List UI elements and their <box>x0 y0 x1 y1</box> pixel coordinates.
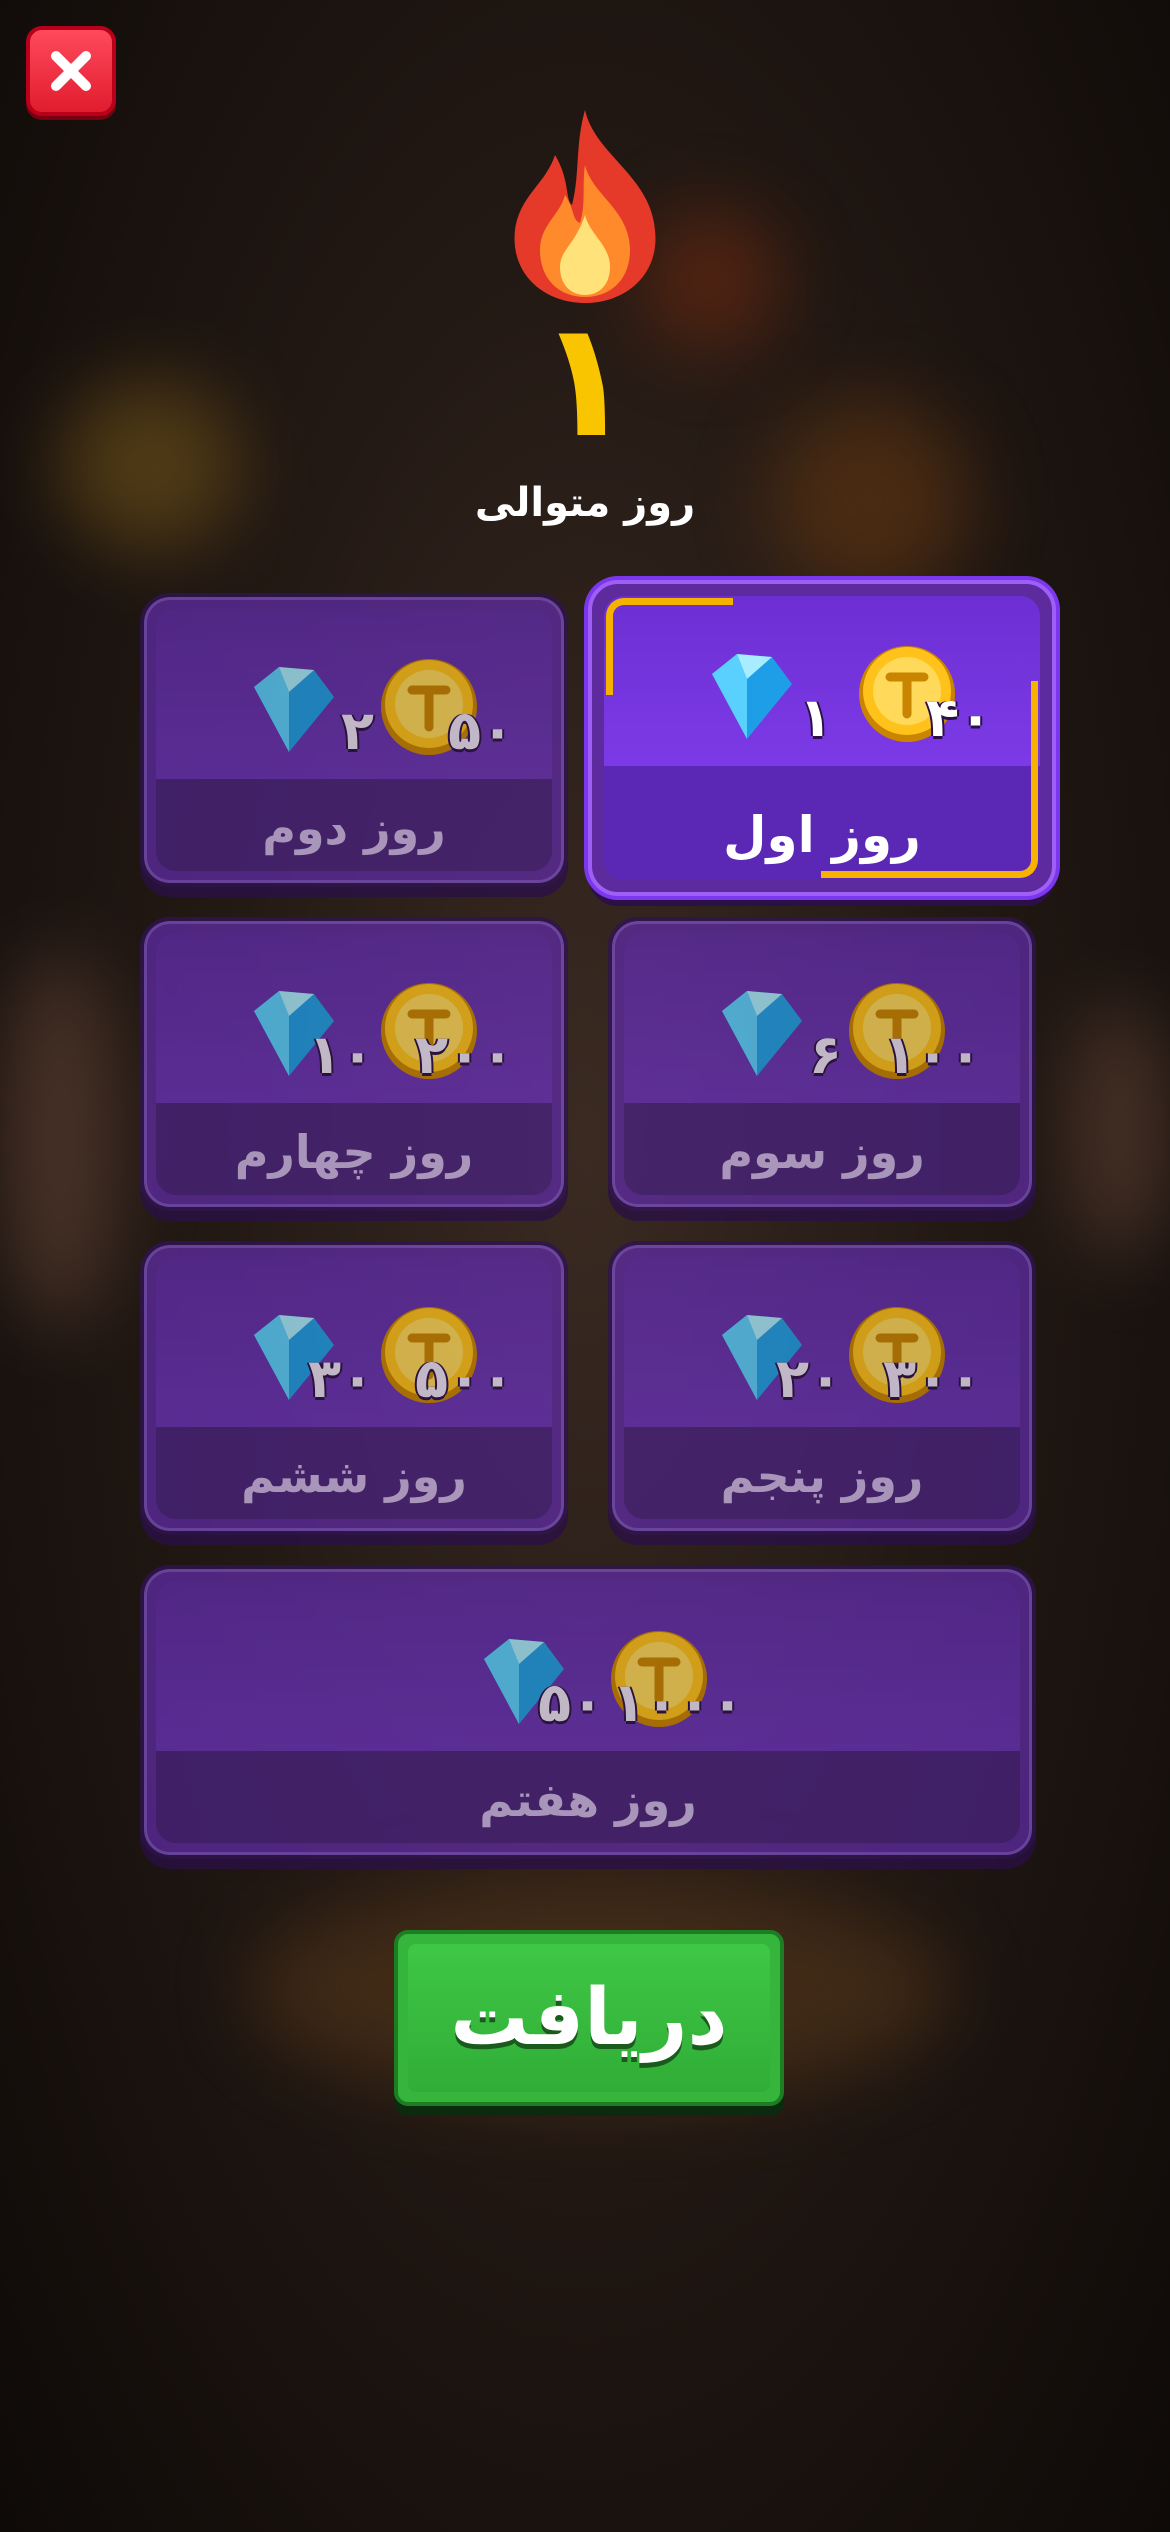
background-blur <box>0 950 120 1330</box>
coin-amount: ۲۰۰ <box>415 1023 514 1086</box>
background-blur <box>1070 1000 1170 1260</box>
gem-amount: ۶ <box>809 1023 842 1086</box>
day-card-2[interactable]: ۲ ۵۰ روز دوم <box>140 593 568 887</box>
gem-reward: ۵۰ <box>464 1624 604 1734</box>
coin-reward: ۱۰۰۰ <box>604 1624 744 1734</box>
coin-reward: ۵۰ <box>374 652 514 762</box>
coin-amount: ۵۰۰ <box>415 1347 514 1410</box>
day-label: روز ششم <box>241 1449 467 1503</box>
coin-reward: ۳۰۰ <box>842 1300 982 1410</box>
gem-amount: ۳۰ <box>308 1347 374 1410</box>
gem-amount: ۵۰ <box>538 1671 604 1734</box>
gem-reward: ۶ <box>702 976 842 1086</box>
day-card-1[interactable]: ۱ ۴۰ روز اول <box>588 580 1056 896</box>
day-card-7[interactable]: ۵۰ ۱۰۰۰ روز هفتم <box>140 1565 1036 1859</box>
gem-reward: ۲۰ <box>702 1300 842 1410</box>
day-label: روز هفتم <box>479 1773 697 1827</box>
day-label: روز چهارم <box>234 1125 474 1179</box>
coin-reward: ۲۰۰ <box>374 976 514 1086</box>
coin-amount: ۵۰ <box>448 699 514 762</box>
coin-amount: ۱۰۰۰ <box>612 1671 744 1734</box>
day-card-6[interactable]: ۳۰ ۵۰۰ روز ششم <box>140 1241 568 1535</box>
coin-amount: ۳۰۰ <box>883 1347 982 1410</box>
gem-reward: ۳۰ <box>234 1300 374 1410</box>
claim-button[interactable]: دریافت <box>394 1930 784 2106</box>
day-label: روز پنجم <box>720 1449 924 1503</box>
coin-reward: ۵۰۰ <box>374 1300 514 1410</box>
close-icon <box>51 51 91 91</box>
claim-button-label: دریافت <box>450 1973 728 2063</box>
gem-icon <box>712 654 792 739</box>
coin-amount: ۴۰ <box>926 686 992 749</box>
flame-icon <box>514 110 656 303</box>
gem-amount: ۲ <box>341 699 374 762</box>
day-label: روز سوم <box>719 1125 925 1179</box>
day-card-4[interactable]: ۱۰ ۲۰۰ روز چهارم <box>140 917 568 1211</box>
coin-reward: ۴۰ <box>852 639 992 749</box>
day-card-3[interactable]: ۶ ۱۰۰ روز سوم <box>608 917 1036 1211</box>
day-label: روز اول <box>723 806 921 864</box>
day-label: روز دوم <box>262 801 446 855</box>
gem-reward: ۱۰ <box>234 976 374 1086</box>
gem-amount: ۱۰ <box>308 1023 374 1086</box>
gem-reward: ۱ <box>692 639 832 749</box>
gem-icon <box>254 667 334 752</box>
coin-reward: ۱۰۰ <box>842 976 982 1086</box>
gem-icon <box>722 991 802 1076</box>
day-card-5[interactable]: ۲۰ ۳۰۰ روز پنجم <box>608 1241 1036 1535</box>
coin-amount: ۱۰۰ <box>883 1023 982 1086</box>
gem-amount: ۱ <box>799 686 832 749</box>
streak-count: ۱ <box>536 286 634 473</box>
gem-reward: ۲ <box>234 652 374 762</box>
close-button[interactable] <box>26 26 116 116</box>
gem-amount: ۲۰ <box>776 1347 842 1410</box>
streak-label: روز متوالی <box>474 480 696 526</box>
